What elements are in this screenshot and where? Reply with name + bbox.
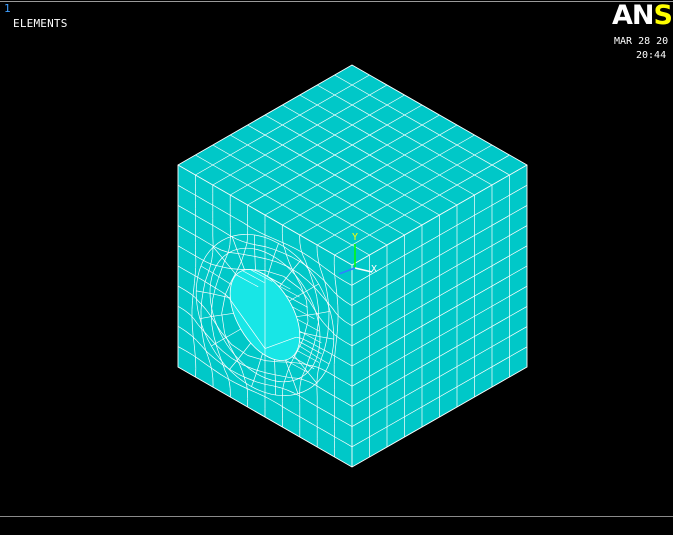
triad-y-label: Y	[352, 232, 358, 243]
triad-x-label: X	[371, 264, 377, 275]
graphics-window[interactable]: 1 ELEMENTS ANS MAR 28 20 20:44 Y X	[0, 0, 673, 535]
window-bottom-border	[0, 516, 673, 517]
element-mesh-plot[interactable]: Y X	[0, 0, 673, 535]
